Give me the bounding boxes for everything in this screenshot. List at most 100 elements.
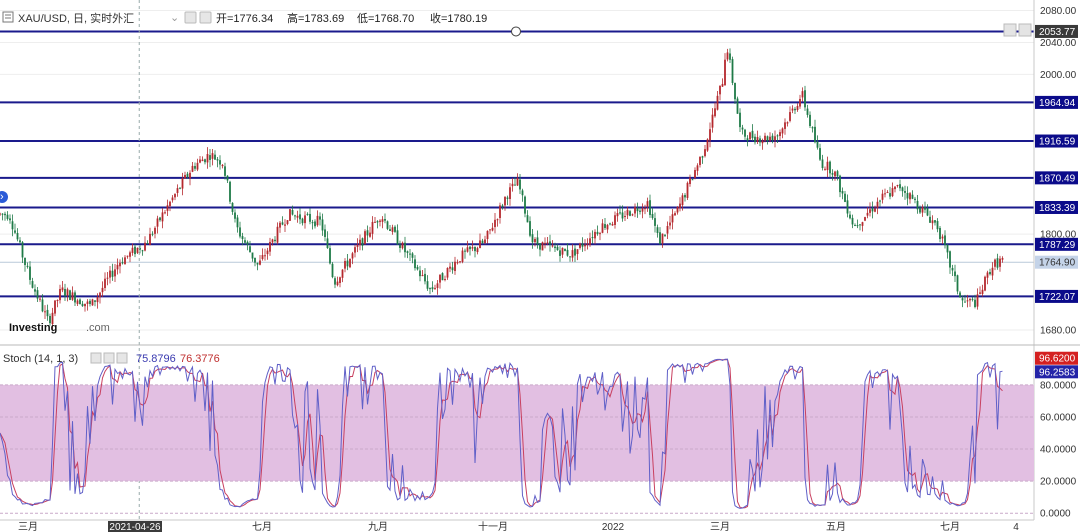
- candle-body: [929, 216, 931, 223]
- stoch-overbought-oversold-band: [0, 384, 1034, 482]
- candle-body: [991, 267, 994, 276]
- candle-body: [794, 108, 796, 111]
- candle-body: [191, 165, 194, 172]
- candle-body: [946, 244, 949, 253]
- candle-body: [826, 161, 829, 171]
- level-drag-handle[interactable]: [511, 26, 521, 37]
- candle-body: [426, 281, 429, 289]
- close-value: 收=1780.19: [430, 11, 487, 25]
- candle-body: [886, 192, 889, 194]
- candle-body: [666, 225, 669, 234]
- candle-body: [869, 209, 871, 213]
- candle-body: [274, 239, 276, 242]
- candle-body: [244, 240, 246, 243]
- candle-body: [701, 156, 704, 158]
- candle-body: [91, 299, 94, 306]
- candle-body: [876, 201, 879, 208]
- candle-body: [849, 214, 851, 219]
- candle-body: [821, 159, 824, 169]
- candle-body: [396, 230, 399, 245]
- candle-body: [461, 250, 464, 262]
- candle-body: [889, 193, 891, 197]
- stoch-title[interactable]: Stoch (14, 1, 3): [3, 353, 78, 365]
- candle-body: [506, 197, 509, 199]
- candle-body: [626, 209, 629, 216]
- symbol-menu-chevron-icon[interactable]: ⌄: [170, 12, 179, 24]
- candle-body: [661, 233, 664, 244]
- stoch-d-tag-label: 96.2583: [1039, 367, 1076, 378]
- candle-body: [26, 265, 29, 267]
- candle-body: [981, 289, 984, 294]
- settings-icon[interactable]: [199, 11, 212, 24]
- symbol-title[interactable]: XAU/USD, 日, 实时外汇: [18, 11, 134, 25]
- visibility-icon[interactable]: [184, 11, 197, 24]
- stoch-visibility-icon[interactable]: [90, 352, 102, 364]
- candle-body: [16, 232, 19, 240]
- candle-body: [106, 277, 109, 279]
- candle-body: [879, 200, 881, 202]
- candle-body: [399, 244, 401, 248]
- candle-body: [499, 205, 501, 218]
- candle-body: [491, 227, 494, 231]
- candle-body: [571, 250, 574, 258]
- candle-body: [476, 248, 479, 253]
- candle-body: [726, 52, 729, 60]
- stoch-close-icon[interactable]: [116, 352, 128, 364]
- candle-body: [861, 222, 864, 226]
- candle-body: [289, 209, 291, 221]
- candle-body: [696, 165, 699, 171]
- candle-body: [211, 153, 214, 159]
- candle-body: [659, 232, 661, 245]
- time-tick-label: 三月: [18, 521, 38, 532]
- candle-body: [406, 251, 409, 253]
- stoch-settings-icon[interactable]: [103, 352, 115, 364]
- candle-body: [669, 222, 671, 226]
- candle-body: [54, 300, 56, 314]
- candle-body: [601, 223, 604, 233]
- candle-body: [649, 200, 651, 215]
- candle-body: [6, 214, 9, 219]
- time-tick-label: 五月: [826, 521, 846, 532]
- candle-body: [851, 217, 854, 225]
- candle-body: [266, 250, 269, 255]
- candle-body: [636, 208, 639, 212]
- candle-body: [934, 220, 936, 223]
- candle-body: [414, 259, 416, 269]
- watermark-suffix: .com: [86, 322, 110, 334]
- candle-body: [541, 242, 544, 251]
- level-tag-label: 2053.77: [1039, 27, 1076, 38]
- candle-body: [786, 122, 789, 124]
- indicator-menu-icon[interactable]: [1018, 23, 1032, 37]
- candle-body: [456, 262, 459, 264]
- candle-body: [199, 159, 201, 163]
- candle-body: [716, 95, 719, 110]
- candle-body: [909, 193, 911, 200]
- candle-body: [776, 135, 779, 137]
- candle-body: [856, 225, 859, 227]
- candle-body: [401, 242, 404, 249]
- candle-body: [404, 242, 406, 253]
- candle-body: [374, 221, 376, 223]
- candle-body: [689, 177, 691, 184]
- candle-body: [311, 222, 314, 224]
- candle-body: [881, 193, 884, 200]
- candle-body: [269, 241, 271, 252]
- candle-body: [681, 195, 684, 206]
- series-settings-icon[interactable]: [1003, 23, 1017, 37]
- candle-body: [306, 213, 309, 215]
- candle-body: [149, 233, 151, 246]
- candle-body: [229, 181, 231, 202]
- candle-body: [479, 240, 481, 249]
- candle-body: [339, 277, 341, 283]
- candle-body: [719, 85, 721, 95]
- candle-body: [516, 177, 519, 186]
- candle-body: [161, 212, 164, 222]
- candle-body: [536, 237, 539, 245]
- candle-body: [369, 232, 371, 237]
- candle-body: [639, 210, 641, 212]
- candle-body: [84, 303, 86, 307]
- candle-body: [151, 233, 154, 235]
- candle-body: [769, 136, 771, 141]
- level-tag-label: 1916.59: [1039, 137, 1076, 148]
- candle-body: [576, 249, 579, 255]
